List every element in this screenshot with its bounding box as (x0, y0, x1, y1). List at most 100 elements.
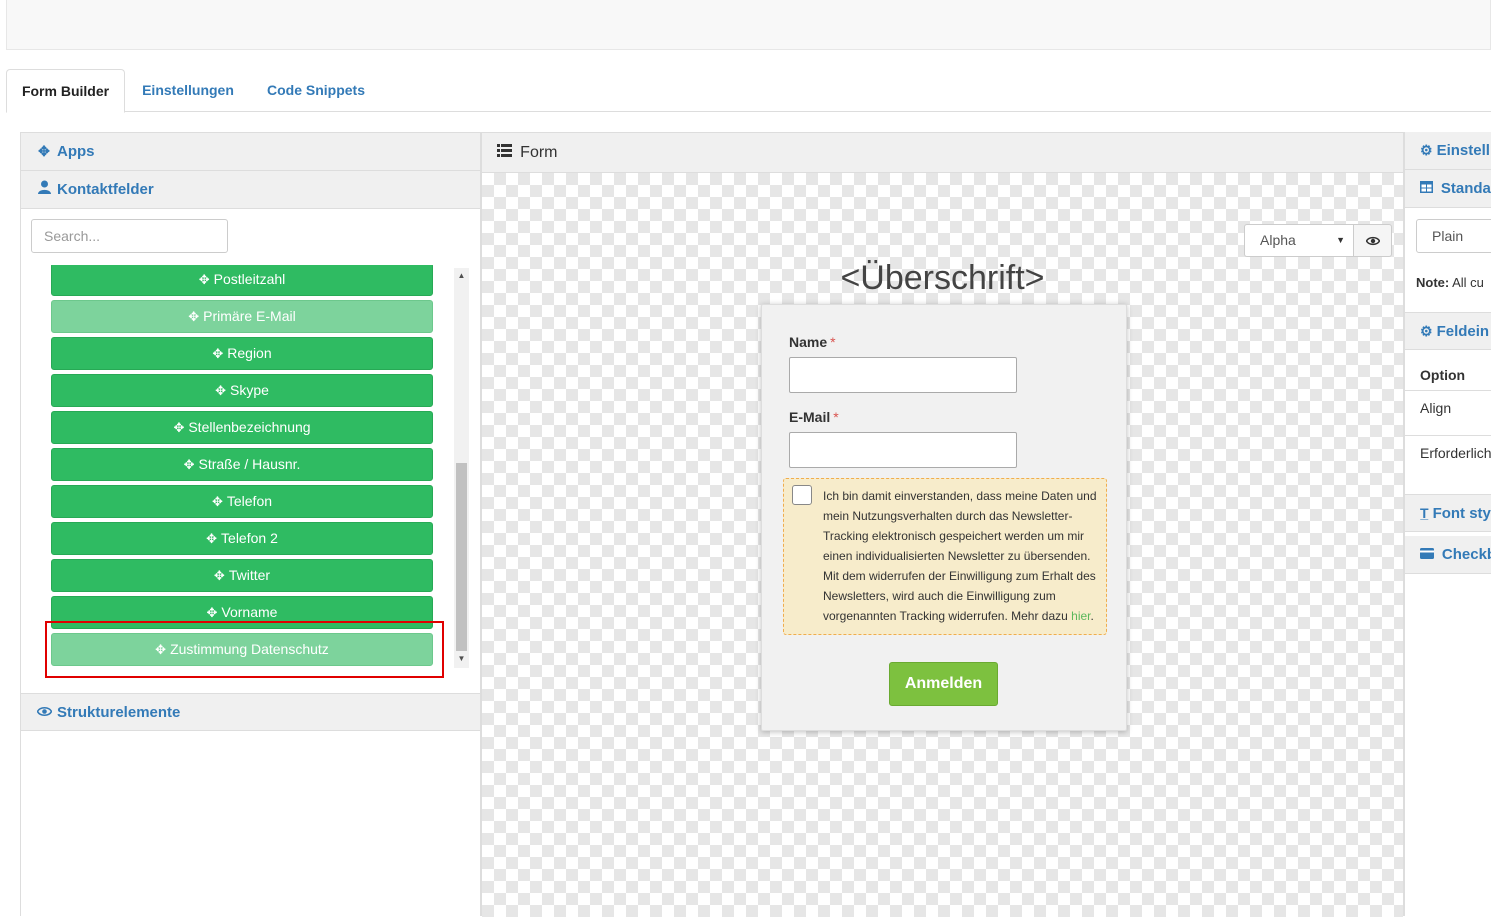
credit-card-icon (1420, 546, 1438, 562)
eye-icon (36, 694, 52, 731)
transparent-canvas: Alpha ▼ <Überschrift> Name * E-Mail * Ich … (482, 173, 1403, 917)
consent-checkbox[interactable] (792, 485, 812, 505)
checkbox-head-label: Checkb (1441, 546, 1491, 563)
align-row: Align (1420, 400, 1452, 416)
font-head-label: Font sty (1432, 505, 1491, 522)
field-item-label: Twitter (228, 567, 271, 583)
apps-accordion-header[interactable]: ✥ Apps (21, 133, 480, 171)
move-icon: ✥ (155, 642, 167, 657)
settings-head-label: Einstell (1436, 142, 1490, 159)
required-marker: * (830, 334, 836, 350)
field-item-label: Telefon 2 (221, 530, 278, 546)
feldeinstellungen-accordion-header[interactable]: ⚙ Feldein (1405, 312, 1491, 350)
consent-box: Ich bin damit einverstanden, dass meine … (783, 478, 1107, 635)
standard-head-label: Standar (1440, 180, 1491, 197)
field-item[interactable]: ✥ Skype (51, 374, 433, 407)
font-style-accordion-header[interactable]: T̲ Font sty (1405, 494, 1491, 532)
theme-select-value: Alpha (1260, 232, 1296, 248)
field-list: ✥ Postleitzahl ✥ Primäre E-Mail ✥ Region ✥ Skyp… (51, 265, 435, 675)
tab-code-snippets[interactable]: Code Snippets (256, 69, 376, 112)
move-icon: ✥ (212, 346, 224, 361)
strukturelemente-accordion-header[interactable]: Strukturelemente (21, 693, 480, 731)
standard-accordion-header[interactable]: Standar (1405, 170, 1491, 208)
move-icon: ✥ (211, 494, 223, 509)
style-select[interactable]: Plain (1416, 219, 1491, 253)
field-search-input[interactable] (31, 219, 228, 253)
option-column-header: Option (1420, 367, 1466, 383)
field-item-label: Region (227, 345, 272, 361)
checkbox-accordion-header[interactable]: Checkb (1405, 536, 1491, 574)
scrollbar-thumb[interactable] (456, 463, 467, 651)
tab-bar: Form Builder Einstellungen Code Snippets (6, 69, 1491, 113)
form-panel-title: Form (520, 144, 558, 161)
apps-label: Apps (57, 143, 95, 160)
preview-button[interactable] (1353, 224, 1392, 257)
feld-head-label: Feldein (1436, 323, 1490, 340)
move-icon: ✥ (206, 531, 218, 546)
scroll-up-arrow-icon[interactable]: ▲ (454, 270, 469, 282)
move-icon: ✥ (183, 457, 195, 472)
gear-icon: ⚙ (1420, 323, 1433, 339)
field-item-label: Vorname (221, 604, 278, 620)
note-value: All cu (1452, 275, 1484, 290)
form-panel-header: Form (482, 133, 1403, 173)
eye-icon (1365, 232, 1380, 249)
field-item[interactable]: ✥ Straße / Hausnr. (51, 448, 433, 481)
move-icon: ✥ (198, 272, 210, 287)
note-label: Note: (1416, 275, 1450, 290)
consent-body: Ich bin damit einverstanden, dass meine … (823, 489, 1097, 623)
move-icon: ✥ (188, 309, 200, 324)
list-icon (497, 144, 516, 161)
submit-button[interactable]: Anmelden (889, 662, 998, 706)
required-marker: * (833, 409, 839, 425)
user-icon (36, 171, 52, 208)
gear-icon: ⚙ (1420, 142, 1433, 158)
form-heading[interactable]: <Überschrift> (482, 259, 1403, 298)
field-item-label: Zustimmung Datenschutz (170, 641, 329, 657)
required-row: Erforderlich (1420, 445, 1491, 461)
form-canvas-panel: Form Alpha ▼ <Überschrift> Name * E-Mail * (481, 132, 1404, 917)
field-item-label: Primäre E-Mail (203, 308, 296, 324)
move-icon: ✥ (215, 383, 226, 398)
strukturelemente-label: Strukturelemente (57, 704, 181, 721)
email-label: E-Mail * (789, 409, 839, 425)
email-label-text: E-Mail (789, 409, 831, 425)
name-label: Name * (789, 334, 836, 350)
field-item[interactable]: ✥ Postleitzahl (51, 265, 433, 296)
tab-einstellungen[interactable]: Einstellungen (134, 69, 242, 112)
field-item-label: Stellenbezeichnung (188, 419, 311, 435)
field-item[interactable]: ✥ Telefon 2 (51, 522, 433, 555)
divider (1405, 435, 1491, 436)
field-item-label: Straße / Hausnr. (198, 456, 301, 472)
field-item[interactable]: ✥ Vorname (51, 596, 433, 629)
dropdown-caret-icon: ▼ (1336, 235, 1345, 245)
table-icon (1420, 180, 1437, 196)
field-item[interactable]: ✥ Stellenbezeichnung (51, 411, 433, 444)
components-panel: ✥Apps Kontaktfelder ✥Postleitzahl✥Primär… (20, 132, 481, 916)
field-item[interactable]: ✥ Region (51, 337, 433, 370)
field-item[interactable]: ✥ Telefon (51, 485, 433, 518)
field-item[interactable]: ✥ Primäre E-Mail (51, 300, 433, 333)
tab-form-builder[interactable]: Form Builder (6, 69, 125, 113)
kontaktfelder-label: Kontaktfelder (57, 181, 154, 198)
consent-text: Ich bin damit einverstanden, dass meine … (823, 486, 1101, 626)
top-navbar (6, 0, 1491, 50)
name-field[interactable] (789, 357, 1017, 393)
form-card: Name * E-Mail * Ich bin damit einverstande… (761, 304, 1127, 731)
field-item-label: Skype (229, 382, 269, 398)
move-icon: ✥ (213, 568, 225, 583)
theme-select[interactable]: Alpha ▼ (1244, 224, 1354, 257)
note-text: Note: All cu (1416, 275, 1484, 290)
kontaktfelder-accordion-header[interactable]: Kontaktfelder (21, 171, 480, 209)
move-icon: ✥ (206, 605, 218, 620)
field-item[interactable]: ✥ Zustimmung Datenschutz (51, 633, 433, 666)
consent-link[interactable]: hier (1071, 609, 1090, 623)
field-item[interactable]: ✥ Twitter (51, 559, 433, 592)
email-field[interactable] (789, 432, 1017, 468)
move-icon: ✥ (173, 420, 185, 435)
field-item-label: Postleitzahl (213, 271, 286, 287)
text-height-icon: T̲ (1420, 505, 1429, 521)
settings-accordion-header[interactable]: ⚙ Einstell (1405, 132, 1491, 170)
scroll-down-arrow-icon[interactable]: ▼ (454, 653, 469, 665)
consent-end: . (1090, 609, 1094, 623)
